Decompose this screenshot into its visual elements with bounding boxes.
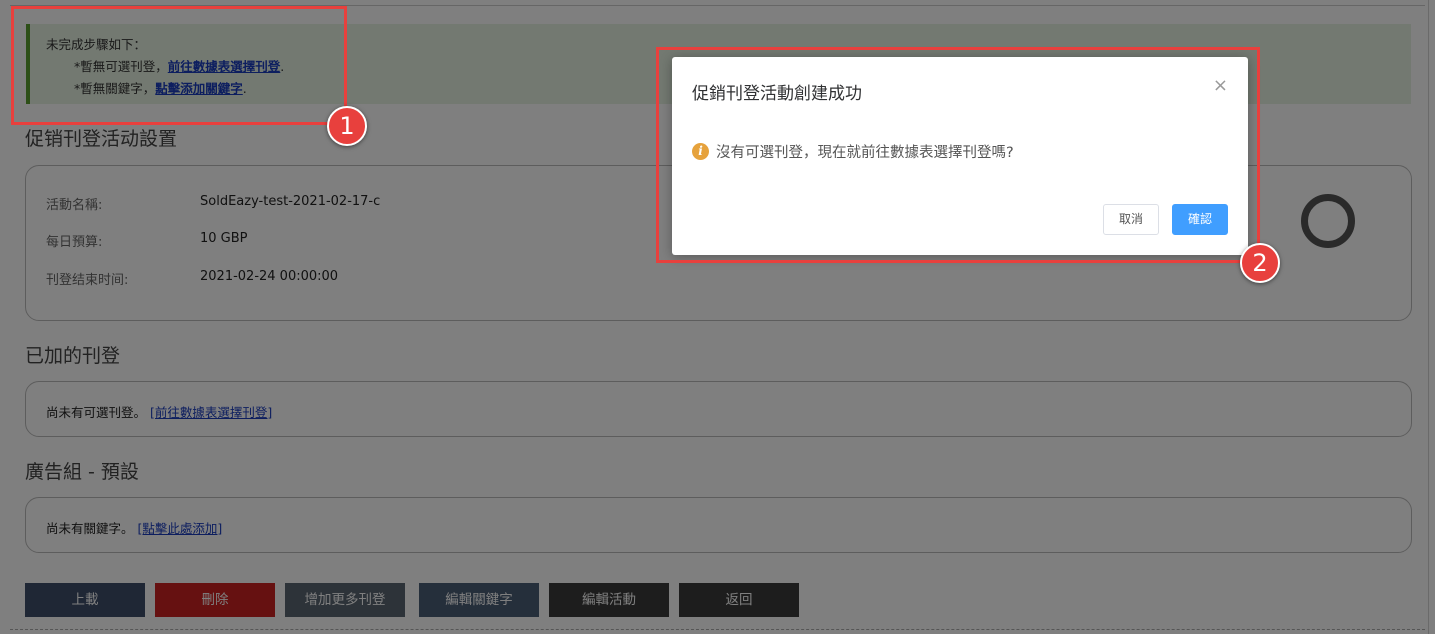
annotation-badge-2: 2 (1240, 243, 1280, 283)
highlight-box-notice (11, 6, 347, 125)
annotation-badge-1: 1 (327, 106, 367, 146)
highlight-box-dialog (656, 47, 1260, 263)
